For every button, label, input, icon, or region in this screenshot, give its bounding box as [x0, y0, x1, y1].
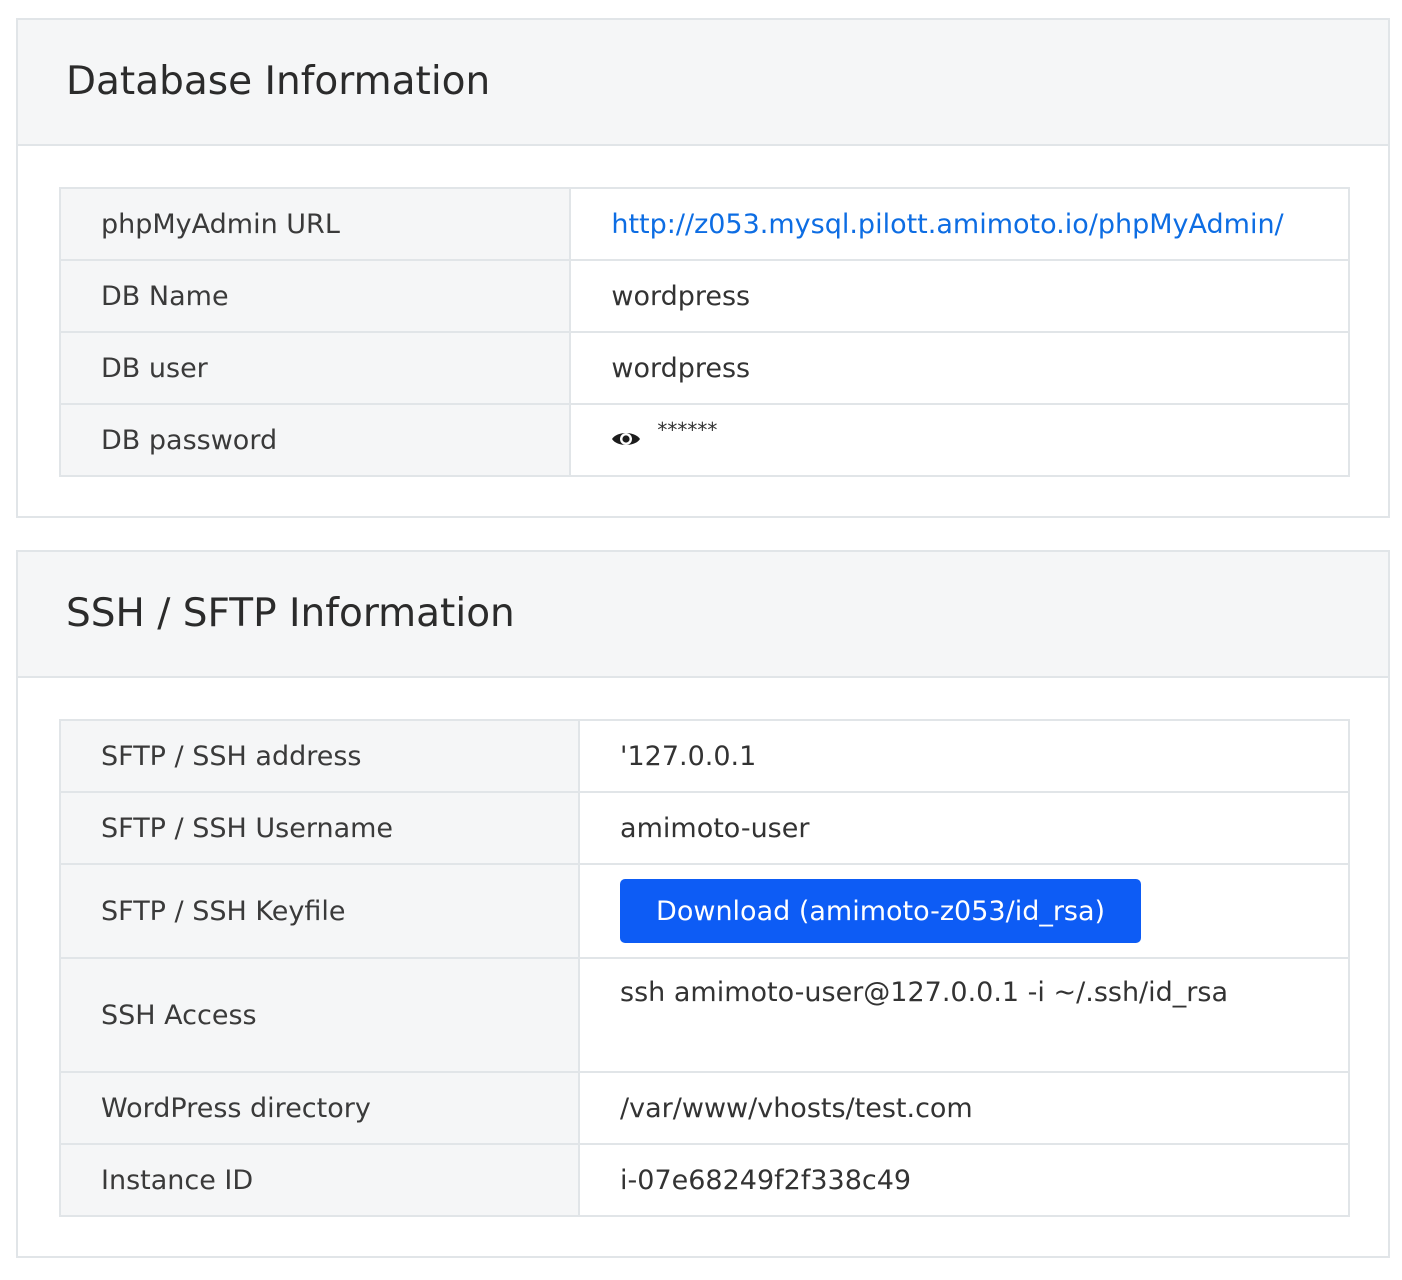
table-row: SFTP / SSH address '127.0.0.1	[58, 719, 1350, 793]
row-label: SFTP / SSH Keyfile	[58, 863, 581, 959]
table-row: SFTP / SSH Username amimoto-user	[58, 791, 1350, 865]
row-label: DB password	[58, 403, 572, 477]
ssh-address-value: '127.0.0.1	[578, 719, 1350, 793]
table-row: phpMyAdmin URL http://z053.mysql.pilott.…	[58, 187, 1350, 261]
ssh-info-table: SFTP / SSH address '127.0.0.1 SFTP / SSH…	[58, 719, 1350, 1217]
database-info-table: phpMyAdmin URL http://z053.mysql.pilott.…	[58, 187, 1350, 477]
ssh-keyfile-cell: Download (amimoto-z053/id_rsa)	[578, 863, 1350, 959]
db-user-value: wordpress	[569, 331, 1350, 405]
instance-id-value: i-07e68249f2f338c49	[578, 1143, 1350, 1217]
db-name-value: wordpress	[569, 259, 1350, 333]
table-row: Instance ID i-07e68249f2f338c49	[58, 1143, 1350, 1217]
ssh-info-title: SSH / SFTP Information	[66, 591, 515, 636]
table-row: DB Name wordpress	[58, 259, 1350, 333]
database-info-title: Database Information	[66, 59, 491, 104]
table-row: SFTP / SSH Keyfile Download (amimoto-z05…	[58, 863, 1350, 959]
row-label: DB Name	[58, 259, 572, 333]
eye-icon[interactable]	[611, 425, 641, 456]
database-info-card: Database Information phpMyAdmin URL http…	[16, 18, 1390, 518]
row-label: SFTP / SSH Username	[58, 791, 581, 865]
table-row: SSH Access ssh amimoto-user@127.0.0.1 -i…	[58, 957, 1350, 1073]
row-label: WordPress directory	[58, 1071, 581, 1145]
wordpress-directory-value: /var/www/vhosts/test.com	[578, 1071, 1350, 1145]
row-label: phpMyAdmin URL	[58, 187, 572, 261]
download-keyfile-button[interactable]: Download (amimoto-z053/id_rsa)	[620, 879, 1142, 943]
row-value: http://z053.mysql.pilott.amimoto.io/phpM…	[569, 187, 1350, 261]
row-label: SSH Access	[58, 957, 581, 1073]
row-label: DB user	[58, 331, 572, 405]
db-password-cell: ******	[569, 403, 1350, 477]
row-label: SFTP / SSH address	[58, 719, 581, 793]
db-password-masked: ******	[657, 418, 718, 442]
ssh-access-command: ssh amimoto-user@127.0.0.1 -i ~/.ssh/id_…	[578, 957, 1350, 1073]
row-label: Instance ID	[58, 1143, 581, 1217]
phpmyadmin-url-link[interactable]: http://z053.mysql.pilott.amimoto.io/phpM…	[611, 209, 1283, 240]
table-row: DB password ******	[58, 403, 1350, 477]
database-info-header: Database Information	[18, 20, 1388, 146]
ssh-info-header: SSH / SFTP Information	[18, 552, 1388, 678]
table-row: DB user wordpress	[58, 331, 1350, 405]
ssh-username-value: amimoto-user	[578, 791, 1350, 865]
ssh-info-card: SSH / SFTP Information SFTP / SSH addres…	[16, 550, 1390, 1258]
table-row: WordPress directory /var/www/vhosts/test…	[58, 1071, 1350, 1145]
